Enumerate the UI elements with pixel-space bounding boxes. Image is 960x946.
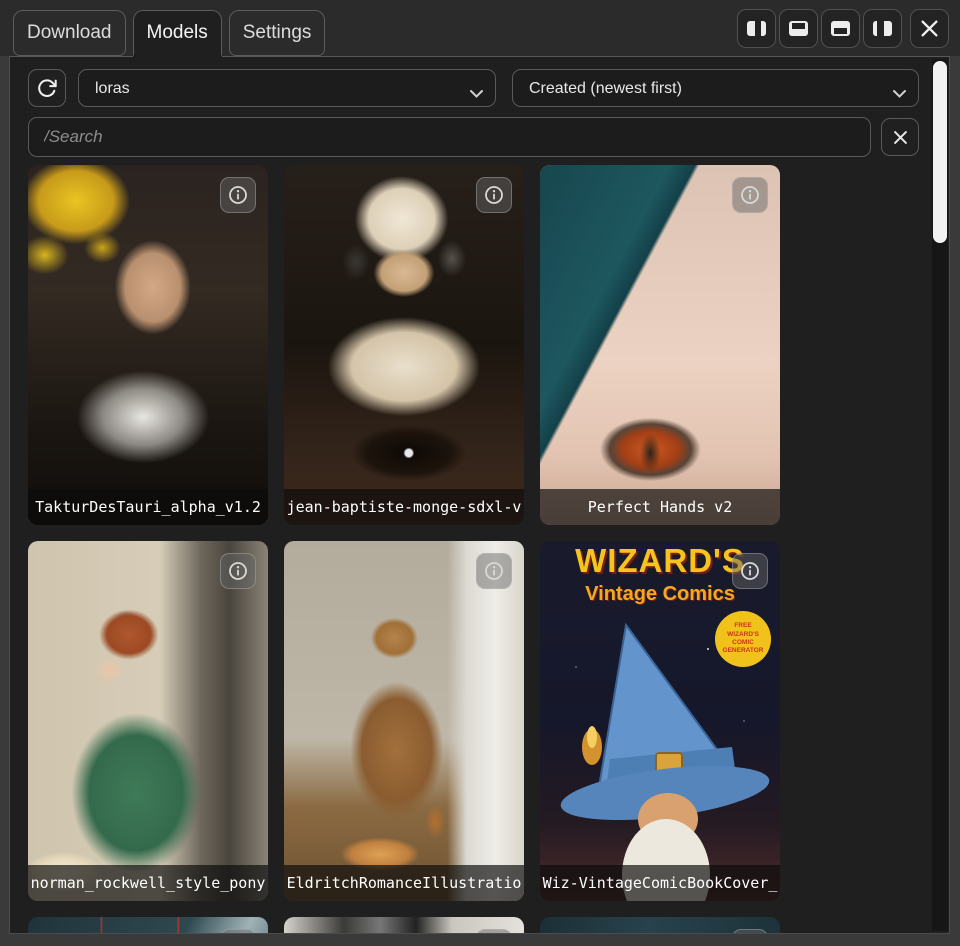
model-info-button[interactable] <box>476 929 512 934</box>
refresh-button[interactable] <box>28 69 66 107</box>
dock-top-icon <box>789 21 808 36</box>
model-info-button[interactable] <box>220 177 256 213</box>
tab-download[interactable]: Download <box>13 10 126 56</box>
info-icon <box>228 185 248 205</box>
model-info-button[interactable] <box>732 553 768 589</box>
info-icon <box>740 561 760 581</box>
model-card[interactable]: norman_rockwell_style_pony <box>28 541 268 901</box>
dock-top-button[interactable] <box>779 9 818 48</box>
search-row <box>28 117 919 157</box>
model-info-button[interactable] <box>476 177 512 213</box>
dock-bottom-button[interactable] <box>821 9 860 48</box>
window-controls <box>737 9 960 48</box>
info-icon <box>228 561 248 581</box>
model-title: norman_rockwell_style_pony <box>28 865 268 901</box>
model-title: jean-baptiste-monge-sdxl-v <box>284 489 524 525</box>
info-icon <box>740 185 760 205</box>
model-card[interactable] <box>284 917 524 934</box>
scrollbar-thumb[interactable] <box>933 61 947 243</box>
search-input[interactable] <box>28 117 871 157</box>
sort-select-wrap: Created (newest first) <box>512 69 919 107</box>
close-button[interactable] <box>910 9 949 48</box>
tab-models[interactable]: Models <box>133 10 222 56</box>
model-thumbnail-cat-pancakes <box>284 541 524 901</box>
model-info-button[interactable] <box>220 553 256 589</box>
clear-icon <box>893 130 908 145</box>
model-info-button[interactable] <box>732 929 768 934</box>
dock-split-button[interactable] <box>737 9 776 48</box>
split-vertical-icon <box>747 21 766 36</box>
model-type-select-wrap: loras <box>78 69 496 107</box>
model-card[interactable] <box>540 917 780 934</box>
tab-settings[interactable]: Settings <box>229 10 326 56</box>
scrollbar-track[interactable] <box>932 59 948 931</box>
model-thumbnail-cake-kitchen <box>28 541 268 901</box>
model-browser-window: Download Models Settings <box>0 0 960 934</box>
model-card-grid: TakturDesTauri_alpha_v1.2 jean-baptiste-… <box>28 165 780 934</box>
tab-bar: Download Models Settings <box>0 0 960 56</box>
refresh-icon <box>36 77 58 99</box>
dock-bottom-icon <box>831 21 850 36</box>
filter-row: loras Created (newest first) <box>28 69 919 107</box>
model-card[interactable]: EldritchRomanceIllustratio <box>284 541 524 901</box>
model-thumbnail-pope-dj <box>284 165 524 525</box>
dock-left-button[interactable] <box>863 9 902 48</box>
model-title: EldritchRomanceIllustratio <box>284 865 524 901</box>
info-icon <box>484 561 504 581</box>
model-title: TakturDesTauri_alpha_v1.2 <box>28 489 268 525</box>
sort-select[interactable]: Created (newest first) <box>513 70 918 106</box>
comic-cover-badge: Free Wizard's Comic Generator <box>715 611 771 667</box>
info-icon <box>484 185 504 205</box>
panel-content: loras Created (newest first) <box>10 57 949 934</box>
model-card[interactable] <box>28 917 268 934</box>
model-thumbnail-butterfly-hands <box>540 165 780 525</box>
model-info-button[interactable] <box>220 929 256 934</box>
models-panel: loras Created (newest first) <box>9 56 950 934</box>
model-card[interactable]: TakturDesTauri_alpha_v1.2 <box>28 165 268 525</box>
model-info-button[interactable] <box>732 177 768 213</box>
model-card[interactable]: Perfect Hands v2 <box>540 165 780 525</box>
model-type-select[interactable]: loras <box>79 70 495 106</box>
model-info-button[interactable] <box>476 553 512 589</box>
model-thumbnail-woman-yellow-flowers <box>28 165 268 525</box>
close-icon <box>920 19 939 38</box>
model-card[interactable]: WIZARD'S Vintage Comics Free Wizard's Co… <box>540 541 780 901</box>
dock-left-icon <box>873 21 892 36</box>
model-card[interactable]: jean-baptiste-monge-sdxl-v <box>284 165 524 525</box>
model-title: Perfect Hands v2 <box>540 489 780 525</box>
clear-search-button[interactable] <box>881 118 919 156</box>
model-title: Wiz-VintageComicBookCover_ <box>540 865 780 901</box>
